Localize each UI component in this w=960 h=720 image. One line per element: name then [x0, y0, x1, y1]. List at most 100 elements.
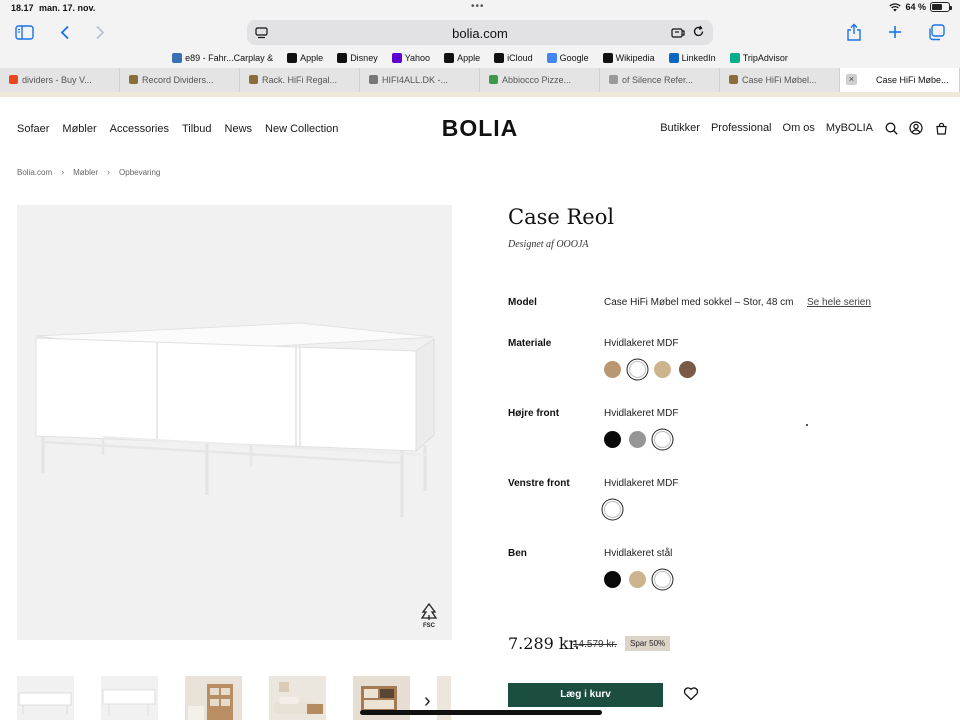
new-tab-icon[interactable]	[884, 22, 906, 42]
apple-icon	[444, 53, 455, 63]
linkedin-icon	[668, 53, 679, 63]
browser-tab[interactable]: Rack. HiFi Regal...	[240, 68, 360, 92]
status-right: 64 %	[889, 2, 952, 12]
search-icon[interactable]	[884, 121, 898, 135]
breadcrumb-item-opbevaring[interactable]: Opbevaring	[119, 168, 160, 177]
thumbnail-image[interactable]	[269, 676, 326, 720]
favicon-icon	[369, 75, 378, 84]
favorite-item[interactable]: Wikipedia	[602, 53, 655, 63]
chevron-right-icon: ›	[61, 167, 65, 177]
nav-item-new-collection[interactable]: New Collection	[265, 123, 338, 135]
share-icon[interactable]	[843, 22, 865, 42]
back-icon[interactable]	[54, 22, 76, 42]
tab-label: Case HiFi Møbel...	[742, 75, 817, 85]
browser-tab[interactable]: HIFI4ALL.DK -...	[360, 68, 480, 92]
white-swatch[interactable]	[654, 431, 671, 448]
tab-label: Rack. HiFi Regal...	[262, 75, 338, 85]
tab-label: HIFI4ALL.DK -...	[382, 75, 449, 85]
thumbnail-image[interactable]	[17, 676, 74, 720]
black-swatch[interactable]	[604, 431, 621, 448]
nav-item-mybolia[interactable]: MyBOLIA	[826, 122, 873, 134]
browser-toolbar: bolia.com	[0, 16, 960, 48]
materiale-label: Materiale	[508, 338, 552, 349]
beige-swatch[interactable]	[654, 361, 671, 378]
browser-tab[interactable]: of Silence Refer...	[600, 68, 720, 92]
favorite-item[interactable]: e89 - Fahr...Carplay &	[172, 53, 273, 63]
walnut-swatch[interactable]	[679, 361, 696, 378]
heart-icon[interactable]	[683, 686, 699, 706]
see-series-link[interactable]: Se hele serien	[807, 297, 871, 308]
favorite-item[interactable]: Apple	[287, 53, 323, 63]
hojre-front-value: Hvidlakeret MDF	[604, 408, 679, 419]
breadcrumb-item-mobler[interactable]: Møbler	[73, 168, 98, 177]
white-swatch[interactable]	[604, 501, 621, 518]
favorite-item[interactable]: Disney	[337, 53, 378, 63]
oak-swatch[interactable]	[604, 361, 621, 378]
fsc-label: FSC	[423, 623, 435, 629]
forward-icon[interactable]	[89, 22, 111, 42]
breadcrumb: Bolia.com › Møbler › Opbevaring	[17, 167, 160, 177]
status-time: 18.17	[11, 3, 34, 13]
thumbnail-image[interactable]	[185, 676, 242, 720]
tab-overview-icon[interactable]	[925, 22, 947, 42]
favorite-item[interactable]: Yahoo	[391, 53, 430, 63]
favicon-icon	[129, 75, 138, 84]
breadcrumb-item-home[interactable]: Bolia.com	[17, 168, 52, 177]
venstre-front-value: Hvidlakeret MDF	[604, 478, 679, 489]
favorite-item[interactable]: Apple	[444, 53, 480, 63]
favorite-item[interactable]: LinkedIn	[668, 53, 716, 63]
nav-item-accessories[interactable]: Accessories	[110, 123, 169, 135]
nav-item-professional[interactable]: Professional	[711, 122, 772, 134]
favicon-icon	[249, 75, 258, 84]
favorite-item[interactable]: Google	[546, 53, 589, 63]
browser-tab[interactable]: Case HiFi Møbel...	[720, 68, 840, 92]
beige-swatch[interactable]	[629, 571, 646, 588]
favicon-icon	[609, 75, 618, 84]
account-icon[interactable]	[909, 121, 923, 135]
white-swatch[interactable]	[654, 571, 671, 588]
favorite-label: TripAdvisor	[742, 53, 788, 63]
favorite-item[interactable]: TripAdvisor	[729, 53, 788, 63]
sidebar-toggle-icon[interactable]	[13, 22, 35, 42]
nav-item-mobler[interactable]: Møbler	[62, 123, 96, 135]
tab-active[interactable]: × Case HiFi Møbe...	[840, 68, 960, 92]
product-image[interactable]: FSC	[17, 205, 452, 640]
extension-icon[interactable]	[671, 26, 685, 44]
main-nav: Sofaer Møbler Accessories Tilbud News Ne…	[17, 123, 338, 135]
thumbnail-image[interactable]	[101, 676, 158, 720]
bolia-logo[interactable]: BOLIA	[420, 115, 540, 142]
apple-icon	[494, 53, 505, 63]
tab-label: Record Dividers...	[142, 75, 214, 85]
favicon-icon	[729, 75, 738, 84]
white-swatch[interactable]	[629, 361, 646, 378]
browser-tab[interactable]: Record Dividers...	[120, 68, 240, 92]
nav-item-butikker[interactable]: Butikker	[660, 122, 700, 134]
address-bar[interactable]: bolia.com	[247, 20, 713, 45]
venstre-front-label: Venstre front	[508, 478, 570, 489]
venstre-front-swatches	[604, 501, 621, 518]
cart-icon[interactable]	[934, 121, 948, 135]
apple-icon	[287, 53, 298, 63]
battery-percent: 64 %	[905, 2, 926, 12]
browser-tab[interactable]: dividers - Buy V...	[0, 68, 120, 92]
reload-icon[interactable]	[692, 25, 705, 43]
decorative-dot	[806, 424, 808, 426]
battery-icon	[930, 2, 952, 12]
nav-item-sofaer[interactable]: Sofaer	[17, 123, 49, 135]
home-indicator	[360, 710, 602, 715]
url-text: bolia.com	[452, 26, 508, 41]
favorite-item[interactable]: iCloud	[494, 53, 533, 63]
nav-item-news[interactable]: News	[225, 123, 253, 135]
chevron-right-icon: ›	[107, 167, 111, 177]
nav-item-om-os[interactable]: Om os	[783, 122, 815, 134]
favorite-label: LinkedIn	[681, 53, 716, 63]
ben-swatches	[604, 571, 671, 588]
favicon-icon	[489, 75, 498, 84]
browser-tab[interactable]: Abbiocco Pizze...	[480, 68, 600, 92]
add-to-cart-button[interactable]: Læg i kurv	[508, 683, 663, 707]
multitasking-dots-icon[interactable]: •••	[471, 1, 485, 12]
close-icon[interactable]: ×	[846, 74, 857, 85]
nav-item-tilbud[interactable]: Tilbud	[182, 123, 212, 135]
black-swatch[interactable]	[604, 571, 621, 588]
grey-swatch[interactable]	[629, 431, 646, 448]
